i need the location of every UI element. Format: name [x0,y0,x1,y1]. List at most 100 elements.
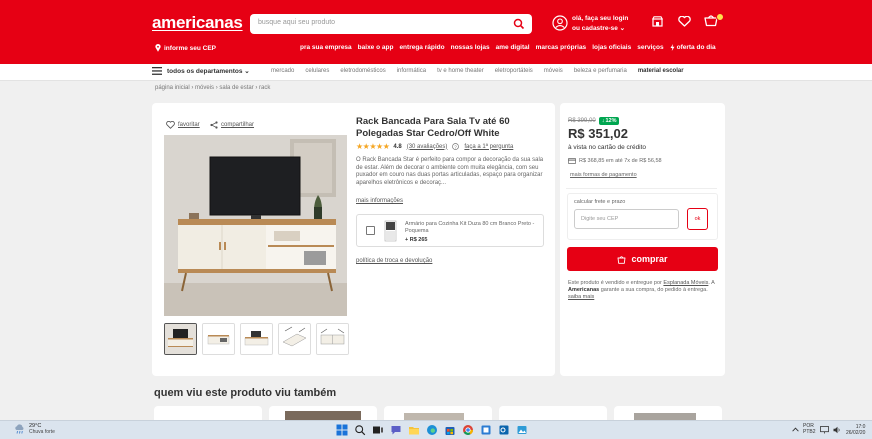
system-tray: POR PTB2 [792,423,841,435]
dept-link[interactable]: eletrodomésticos [340,68,385,74]
store-icon[interactable] [652,16,663,27]
chrome-icon[interactable] [462,424,474,436]
current-price: R$ 351,02 [568,126,628,141]
recommendation-image [634,413,696,420]
question-icon: ? [452,143,460,150]
cep-link[interactable]: informe seu CEP [155,44,216,52]
top-link-lojas[interactable]: nossas lojas [451,44,490,51]
top-link-ame[interactable]: ame digital [496,44,530,51]
share-icon [210,121,218,129]
search-bar[interactable]: busque aqui seu produto [250,14,532,34]
thumbnail-image [279,324,310,354]
dept-link[interactable]: eletroportáteis [495,68,533,74]
breadcrumb[interactable]: página inicial › móveis › sala de estar … [155,85,270,91]
search-taskbar-icon[interactable] [354,424,366,436]
language-indicator[interactable]: POR PTB2 [803,423,816,435]
recommendation-card[interactable] [614,406,722,420]
taskbar-apps [336,424,528,436]
favorite-button[interactable]: favoritar [166,121,200,129]
seller-link[interactable]: Esplanada Móveis [663,280,708,286]
product-main-image[interactable] [164,135,347,316]
search-icon[interactable] [513,18,525,30]
speaker-icon[interactable] [833,426,841,434]
store-taskbar-icon[interactable] [444,424,456,436]
search-input[interactable]: busque aqui seu produto [258,19,335,26]
system-clock[interactable]: 17:0 26/02/20 [846,424,865,436]
svg-text:?: ? [455,144,458,149]
chat-icon[interactable] [390,424,402,436]
americanas-logo[interactable]: americanas [152,13,243,33]
cep-input[interactable]: Digite seu CEP [574,209,679,229]
all-departments-menu[interactable]: todos os departamentos ⌄ [152,67,250,75]
combo-product-name: Armário para Cozinha Kit Duza 80 cm Bran… [405,221,535,234]
reviews-link[interactable]: (30 avaliações) [407,144,448,150]
combo-product-price: + R$ 265 [405,237,428,243]
recommendation-image [404,413,464,420]
recommendation-image [285,411,361,420]
departments-bar: todos os departamentos ⌄ mercado celular… [0,64,872,81]
app-icon[interactable] [480,424,492,436]
dept-link[interactable]: tv e home theater [437,68,484,74]
top-link-servicos[interactable]: serviços [637,44,663,51]
cart-count-badge [716,13,724,21]
cep-label: informe seu CEP [164,44,217,52]
top-link-app[interactable]: baixe o app [358,44,394,51]
chevron-up-icon[interactable] [792,427,799,432]
all-departments-label: todos os departamentos ⌄ [167,68,250,75]
thumbnail-strip [164,323,349,355]
edge-icon[interactable] [426,424,438,436]
divider [566,188,717,189]
buy-button[interactable]: comprar [567,247,718,271]
product-thumbnail[interactable] [316,323,349,355]
combo-checkbox[interactable] [366,226,375,235]
recommendation-card[interactable] [499,406,607,420]
dept-link[interactable]: mercado [271,68,294,74]
cep-ok-button[interactable]: ok [687,208,708,230]
heart-icon[interactable] [678,16,691,27]
dept-link[interactable]: celulares [305,68,329,74]
more-info-link[interactable]: mais informações [356,198,403,204]
rating-value: 4.8 [393,143,402,150]
top-link-entrega[interactable]: entrega rápido [399,44,444,51]
product-thumbnail[interactable] [240,323,273,355]
user-icon [552,15,568,31]
login-greeting: olá, faça seu login [572,15,629,22]
shipping-calculator: calcular frete e prazo Digite seu CEP ok [567,193,718,240]
file-explorer-icon[interactable] [408,424,420,436]
recommendation-card[interactable] [269,406,377,420]
recommendation-card[interactable] [384,406,492,420]
old-price: R$ 399,00 [568,118,596,124]
top-link-empresa[interactable]: pra sua empresa [300,44,352,51]
discount-value: 12% [605,118,617,124]
dept-link[interactable]: material escolar [638,68,684,74]
recommendation-card[interactable] [154,406,262,420]
top-link-oficiais[interactable]: lojas oficiais [592,44,631,51]
monitor-icon[interactable] [819,425,829,434]
thumbnail-image [203,324,234,354]
dept-link[interactable]: informática [397,68,426,74]
top-link-oferta[interactable]: oferta do dia [670,44,716,51]
return-policy-link[interactable]: política de troca e devolução [356,258,432,264]
heart-outline-icon [166,121,175,129]
outlook-icon[interactable] [498,424,510,436]
payment-ways-link[interactable]: mais formas de pagamento [570,172,637,178]
buy-button-label: comprar [631,254,668,264]
bag-icon [618,255,626,264]
learn-more-link[interactable]: saiba mais [568,294,594,300]
weather-widget[interactable]: 29°C Chuva forte [14,423,55,435]
rating-stars-icon: ★★★★★ [356,142,390,151]
share-button[interactable]: compartilhar [210,121,254,129]
product-thumbnail[interactable] [164,323,197,355]
combo-offer: Armário para Cozinha Kit Duza 80 cm Bran… [356,214,544,247]
product-thumbnail[interactable] [202,323,235,355]
product-thumbnail[interactable] [278,323,311,355]
dept-link[interactable]: móveis [544,68,563,74]
task-view-icon[interactable] [372,424,384,436]
top-link-marcas[interactable]: marcas próprias [536,44,587,51]
windows-start-icon[interactable] [336,424,348,436]
dept-link[interactable]: beleza e perfumaria [574,68,627,74]
photos-icon[interactable] [516,424,528,436]
weather-desc: Chuva forte [29,429,55,435]
oferta-label: oferta do dia [676,44,716,51]
ask-question-link[interactable]: faça a 1ª pergunta [464,144,513,150]
